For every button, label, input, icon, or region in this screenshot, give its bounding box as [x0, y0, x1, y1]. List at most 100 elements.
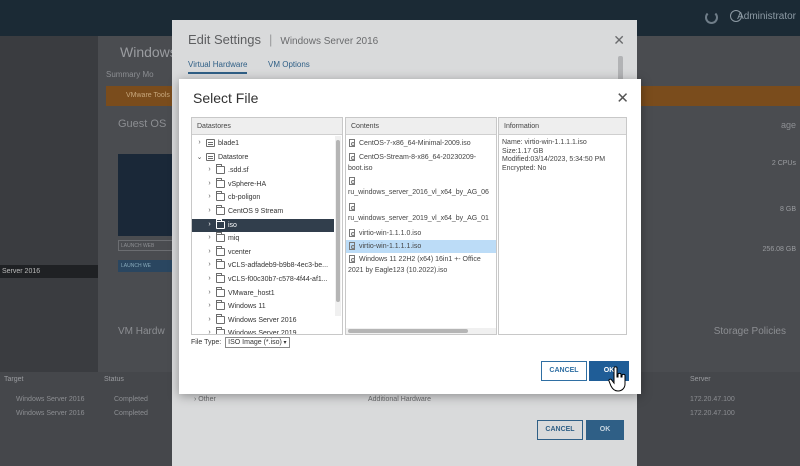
inventory-selected-item[interactable]: Server 2016 [0, 265, 98, 278]
folder-icon [216, 164, 225, 175]
file-name: virtio-win-1.1.1.0.iso [359, 230, 422, 237]
edit-settings-cancel-button[interactable]: CANCEL [537, 420, 583, 440]
folder-icon [216, 286, 225, 297]
datastore-tree-item-label: iso [228, 221, 237, 229]
datastore-tree-item[interactable]: › cb-poligon [192, 191, 334, 204]
datastore-tree-item[interactable]: › .sdd.sf [192, 164, 334, 177]
datastore-tree-item[interactable]: › miq [192, 232, 334, 245]
table-header-status[interactable]: Status [104, 376, 124, 383]
datastore-tree-item[interactable]: › Windows Server 2016 [192, 313, 334, 327]
list-item[interactable]: CentOS-7-x86_64-Minimal-2009.iso [346, 137, 496, 150]
contents-scroll-thumb[interactable] [348, 329, 468, 333]
datastore-tree-item[interactable]: › VMware_host1 [192, 286, 334, 300]
list-item[interactable]: virtio-win-1.1.1.1.iso [346, 240, 496, 253]
info-name: Name: virtio-win-1.1.1.1.iso [502, 139, 587, 146]
chevron-down-icon[interactable]: ⌄ [196, 153, 203, 161]
datastore-tree-item-label: CentOS 9 Stream [228, 208, 284, 215]
chevron-right-icon[interactable]: › [206, 329, 213, 334]
datastore-tree-item-label: vCLS-adfadeb9-b9b8-4ec3-be... [228, 262, 329, 270]
guest-os-label: Guest OS [118, 118, 167, 130]
datastore-tree-item[interactable]: › blade1 [192, 137, 334, 150]
datastore-tree-item[interactable]: › Windows Server 2019 [192, 327, 334, 334]
iso-file-icon [349, 153, 355, 161]
table-row: 172.20.47.100 [690, 396, 735, 403]
iso-file-icon [349, 203, 355, 211]
chevron-right-icon[interactable]: › [206, 221, 213, 228]
list-item[interactable]: Windows 11 22H2 (x64) 16in1 +- Office 202… [346, 253, 496, 279]
chevron-right-icon[interactable]: › [206, 207, 213, 214]
refresh-icon[interactable] [705, 11, 718, 24]
vm-tabs[interactable]: Summary Mo [106, 70, 154, 79]
edit-settings-close-icon[interactable]: ✕ [613, 32, 625, 49]
folder-icon [216, 205, 225, 215]
table-header-server[interactable]: Server [690, 376, 711, 383]
datastore-tree-item[interactable]: ⌄ Datastore [192, 151, 334, 164]
chevron-right-icon[interactable]: › [206, 275, 213, 282]
tab-virtual-hardware[interactable]: Virtual Hardware [188, 60, 248, 74]
file-name: CentOS-Stream-8-x86_64-20230209- [359, 154, 477, 161]
iso-file-icon [349, 242, 355, 250]
hand-cursor-icon [608, 366, 626, 392]
warning-text: VMware Tools [126, 92, 170, 99]
datastore-tree-item[interactable]: › vSphere-HA [192, 177, 334, 191]
chevron-right-icon[interactable]: › [206, 180, 213, 187]
datastore-tree-item[interactable]: › Windows 11 [192, 300, 334, 313]
folder-icon [216, 245, 225, 256]
launch-remote-button[interactable]: LAUNCH WE [118, 260, 180, 272]
datastore-tree-item[interactable]: › iso [192, 218, 334, 232]
chevron-right-icon[interactable]: › [206, 248, 213, 255]
datastore-tree-item[interactable]: › vCLS-f00c30b7-c578-4f44-af1... [192, 273, 334, 286]
contents-header: Contents [346, 118, 496, 135]
datastores-scrollbar[interactable] [335, 136, 341, 316]
vm-console-thumbnail[interactable] [118, 154, 180, 236]
table-row: 172.20.47.100 [690, 410, 735, 417]
datastore-tree-item[interactable]: › vCLS-adfadeb9-b9b8-4ec3-be... [192, 259, 334, 272]
chevron-right-icon[interactable]: › [206, 302, 213, 309]
list-item[interactable]: ru_windows_server_2019_vl_x64_by_AG_01 [346, 201, 496, 226]
info-modified: Modified:03/14/2023, 5:34:50 PM [502, 156, 606, 163]
folder-icon [216, 273, 225, 283]
file-type-select[interactable]: ISO Image (*.iso) [225, 337, 290, 348]
hardware-row-other[interactable]: › Other [194, 396, 216, 403]
datastore-tree-item-label: blade1 [218, 140, 240, 147]
datastores-pane: Datastores › blade1 ⌄ Datastore › .sdd.sf › vSp… [191, 117, 343, 335]
file-name: virtio-win-1.1.1.1.iso [359, 243, 422, 250]
chevron-right-icon[interactable]: › [206, 289, 213, 296]
file-info: Name: virtio-win-1.1.1.1.iso Size:1.17 G… [499, 135, 626, 177]
chevron-right-icon[interactable]: › [206, 261, 213, 268]
list-item[interactable]: virtio-win-1.1.1.0.iso [346, 227, 496, 240]
contents-scrollbar[interactable] [346, 328, 496, 334]
file-name: Windows 11 22H2 (x64) 16in1 +- Office [359, 256, 481, 263]
chevron-right-icon[interactable]: › [206, 166, 213, 173]
list-item[interactable]: ru_windows_server_2016_vl_x64_by_AG_06 [346, 175, 496, 200]
launch-console-button[interactable]: LAUNCH WEB [118, 240, 180, 251]
information-header: Information [499, 118, 626, 135]
table-row: Completed [114, 396, 148, 403]
table-header-target[interactable]: Target [4, 376, 23, 383]
edit-settings-subtitle: Windows Server 2016 [280, 36, 379, 47]
edit-settings-ok-button[interactable]: OK [586, 420, 624, 440]
vm-title: Windows [120, 44, 177, 60]
folder-icon [216, 177, 225, 188]
tab-vm-options[interactable]: VM Options [268, 60, 310, 72]
chevron-right-icon[interactable]: › [196, 139, 203, 146]
select-file-close-icon[interactable]: ✕ [616, 89, 629, 107]
datastore-tree-item-label: Datastore [218, 153, 249, 161]
chevron-right-icon[interactable]: › [206, 193, 213, 200]
datastore-tree-item[interactable]: › CentOS 9 Stream [192, 205, 334, 218]
datastore-tree-item-label: vSphere-HA [228, 180, 267, 188]
iso-file-icon [349, 255, 355, 263]
select-file-cancel-button[interactable]: CANCEL [541, 361, 587, 381]
disk-value: 256.08 GB [762, 246, 796, 253]
user-menu[interactable]: Administrator [737, 11, 796, 22]
table-row: Windows Server 2016 [16, 410, 85, 417]
folder-icon [216, 300, 225, 311]
datastore-tree-item[interactable]: › vcenter [192, 245, 334, 259]
datastore-tree-item-label: vCLS-f00c30b7-c578-4f44-af1... [228, 276, 328, 283]
chevron-right-icon[interactable]: › [206, 316, 213, 323]
chevron-right-icon[interactable]: › [206, 234, 213, 241]
list-item[interactable]: CentOS-Stream-8-x86_64-20230209- boot.iso [346, 151, 496, 175]
iso-file-icon [349, 177, 355, 185]
datastores-scroll-thumb[interactable] [336, 140, 340, 302]
iso-file-icon [349, 139, 355, 147]
